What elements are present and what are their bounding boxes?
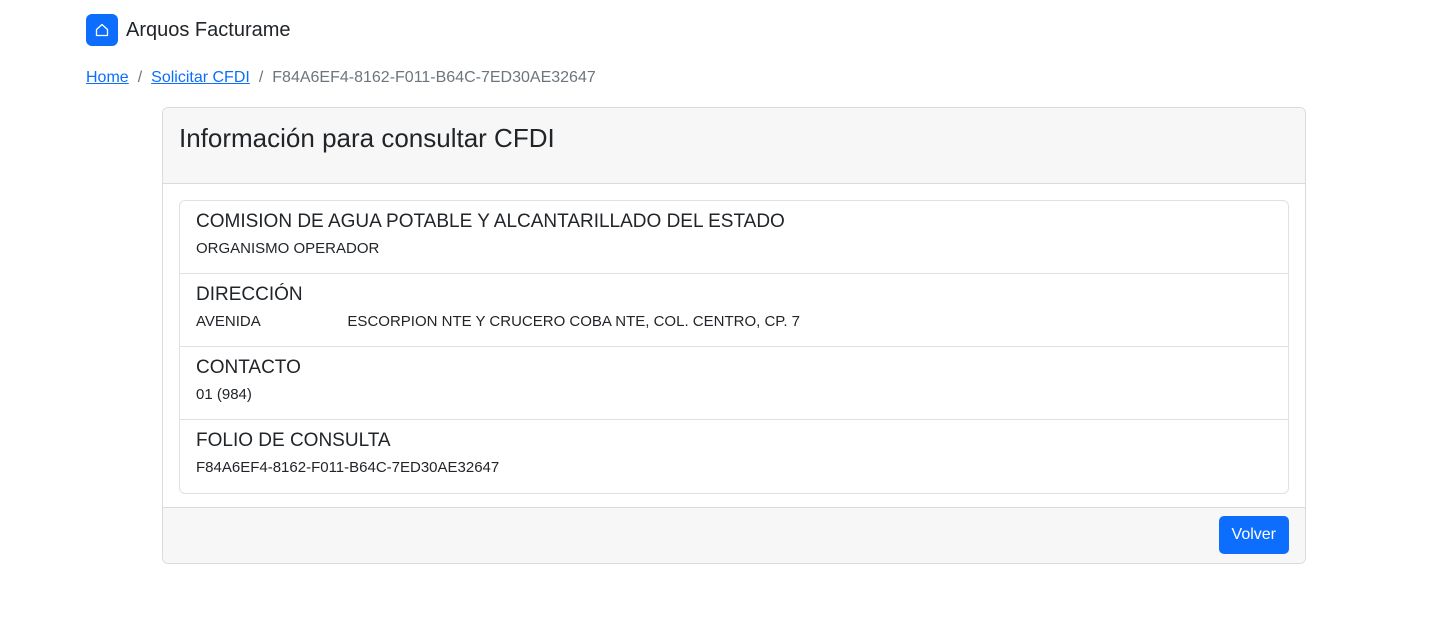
list-item-direccion: DIRECCIÓN AVENIDA ESCORPION NTE Y CRUCER… [180,274,1288,347]
breadcrumb-separator: / [137,69,143,86]
list-item-organismo: COMISION DE AGUA POTABLE Y ALCANTARILLAD… [180,201,1288,274]
breadcrumb-current: F84A6EF4-8162-F011-B64C-7ED30AE32647 [272,69,596,86]
list-item-contacto: CONTACTO 01 (984) [180,347,1288,420]
list-item-heading: FOLIO DE CONSULTA [196,430,391,451]
volver-button[interactable]: Volver [1218,516,1289,554]
breadcrumb: Home / Solicitar CFDI / F84A6EF4-8162-F0… [86,69,596,87]
breadcrumb-separator: / [258,69,264,86]
card-footer: Volver [163,507,1305,563]
brand-name: Arquos Facturame [126,18,291,41]
list-item-text: AVENIDA ESCORPION NTE Y CRUCERO COBA NTE… [196,313,801,330]
breadcrumb-link-home[interactable]: Home [86,69,129,87]
list-item-text: ORGANISMO OPERADOR [196,240,380,257]
breadcrumb-link-solicitar-cfdi[interactable]: Solicitar CFDI [151,69,250,87]
card-title: Información para consultar CFDI [179,123,555,153]
list-item-heading: CONTACTO [196,357,301,378]
home-icon [86,14,118,46]
list-item-folio: FOLIO DE CONSULTA F84A6EF4-8162-F011-B64… [180,420,1288,493]
card-header: Información para consultar CFDI [163,108,1305,184]
list-item-heading: COMISION DE AGUA POTABLE Y ALCANTARILLAD… [196,211,785,232]
list-item-text: F84A6EF4-8162-F011-B64C-7ED30AE32647 [196,459,500,476]
list-item-heading: DIRECCIÓN [196,284,303,305]
info-list: COMISION DE AGUA POTABLE Y ALCANTARILLAD… [179,200,1289,494]
list-item-text: 01 (984) [196,386,252,403]
card-body: COMISION DE AGUA POTABLE Y ALCANTARILLAD… [163,184,1305,508]
brand[interactable]: Arquos Facturame [86,14,291,46]
info-card: Información para consultar CFDI COMISION… [162,107,1306,564]
